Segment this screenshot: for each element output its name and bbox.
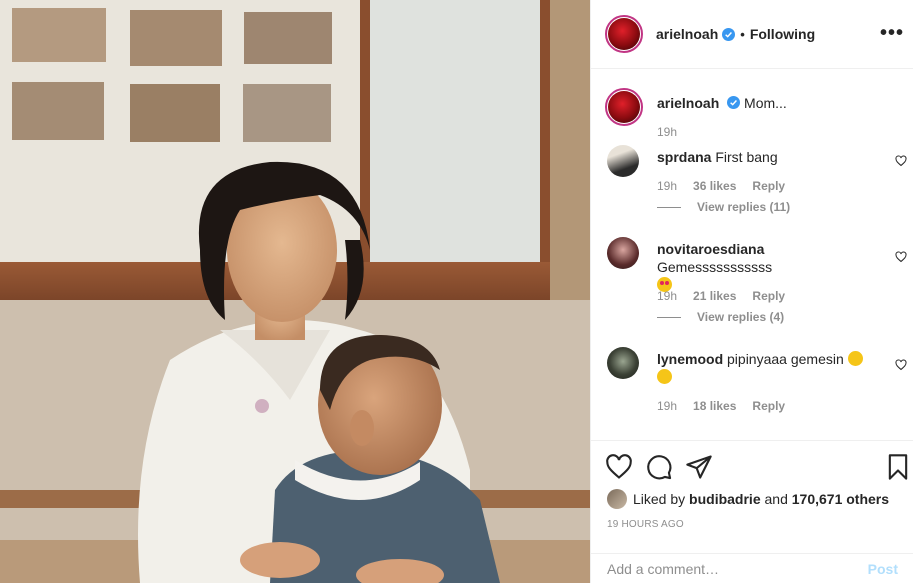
comment-username[interactable]: lynemood: [657, 351, 723, 367]
comment-username[interactable]: sprdana: [657, 149, 711, 165]
comment-avatar[interactable]: [607, 237, 639, 269]
more-icon[interactable]: •••: [880, 22, 904, 45]
comments-list[interactable]: arielnoah Mom... 19h sprdana First bang …: [591, 70, 913, 440]
verified-icon: [722, 27, 736, 41]
comment-likes[interactable]: 36 likes: [693, 179, 736, 193]
view-replies[interactable]: View replies (4): [657, 310, 784, 324]
caption-avatar[interactable]: [605, 88, 643, 126]
view-replies-label: View replies (4): [697, 310, 785, 324]
comment-text: novitaroesdiana Gemesssssssssss: [657, 240, 877, 294]
comment-item: sprdana First bang 19h 36 likes Reply Vi…: [607, 145, 907, 225]
comment-time: 19h: [657, 399, 678, 413]
wink-emoji-icon: [847, 351, 863, 366]
following-button[interactable]: Following: [750, 26, 815, 42]
post-sidebar: arielnoah • Following ••• arielnoah Mom.…: [590, 0, 913, 583]
post-button[interactable]: Post: [868, 561, 898, 577]
caption-time: 19h: [657, 125, 678, 139]
comment-username[interactable]: novitaroesdiana: [657, 241, 764, 257]
heart-icon[interactable]: [895, 251, 907, 263]
like-heart-icon[interactable]: [605, 453, 633, 481]
liker-avatar[interactable]: [607, 489, 627, 509]
caption: arielnoah Mom... 19h: [605, 88, 907, 150]
reply-button[interactable]: Reply: [752, 399, 785, 413]
photo-illustration: [0, 0, 590, 583]
likes-and: and: [764, 491, 788, 507]
comment-body: Gemesssssssssss: [657, 259, 773, 275]
liker-username[interactable]: budibadrie: [689, 491, 761, 507]
post-header: arielnoah • Following •••: [591, 0, 913, 69]
caption-avatar-image: [608, 91, 640, 123]
comment-avatar[interactable]: [607, 347, 639, 379]
likes-summary: Liked by budibadrie and 170,671 others: [607, 489, 889, 509]
verified-icon: [727, 96, 741, 109]
replies-line: [657, 316, 681, 318]
comment-likes[interactable]: 18 likes: [693, 399, 736, 413]
liked-by-label: Liked by: [633, 491, 686, 507]
author-avatar[interactable]: [605, 15, 643, 53]
comment-meta: 19h 18 likes Reply: [657, 399, 785, 413]
share-icon[interactable]: [685, 453, 713, 481]
replies-line: [657, 206, 681, 208]
caption-username[interactable]: arielnoah: [657, 95, 719, 111]
comment-time: 19h: [657, 179, 678, 193]
post-timestamp[interactable]: 19 HOURS AGO: [607, 519, 684, 530]
comment-item: novitaroesdiana Gemesssssssssss 19h 21 l…: [607, 237, 907, 327]
wink-emoji-icon: [657, 369, 672, 384]
comment-text: sprdana First bang: [657, 148, 877, 166]
post-actions: Liked by budibadrie and 170,671 others 1…: [591, 440, 913, 583]
separator-dot: •: [740, 26, 745, 42]
comment-item: lynemood pipinyaaa gemesin 19h 18 likes …: [607, 347, 907, 417]
reply-button[interactable]: Reply: [752, 289, 785, 303]
comment-meta: 19h 36 likes Reply: [657, 179, 785, 193]
caption-text: arielnoah Mom...: [657, 94, 877, 112]
comment-body: First bang: [715, 149, 778, 165]
comment-input[interactable]: [607, 561, 868, 577]
save-icon[interactable]: [884, 453, 912, 481]
comment-meta: 19h 21 likes Reply: [657, 289, 785, 303]
caption-body: Mom...: [744, 95, 787, 111]
add-comment-bar: Post: [591, 553, 913, 583]
comment-text: lynemood pipinyaaa gemesin: [657, 350, 877, 386]
comment-avatar[interactable]: [607, 145, 639, 177]
caption-meta: 19h: [657, 125, 677, 139]
likes-count[interactable]: 170,671 others: [792, 491, 889, 507]
post-photo[interactable]: [0, 0, 590, 583]
author-avatar-image: [608, 18, 640, 50]
comment-icon[interactable]: [645, 453, 673, 481]
view-replies-label: View replies (11): [697, 200, 791, 214]
view-replies[interactable]: View replies (11): [657, 200, 790, 214]
heart-icon[interactable]: [895, 155, 907, 167]
reply-button[interactable]: Reply: [752, 179, 785, 193]
comment-likes[interactable]: 21 likes: [693, 289, 736, 303]
comment-time: 19h: [657, 289, 678, 303]
author-username[interactable]: arielnoah: [656, 26, 718, 42]
heart-icon[interactable]: [895, 359, 907, 371]
comment-body: pipinyaaa gemesin: [727, 351, 844, 367]
